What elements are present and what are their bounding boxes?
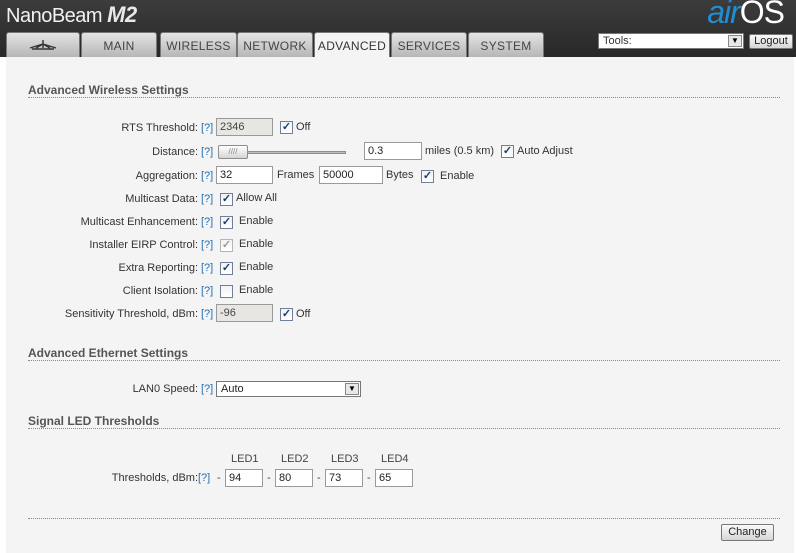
change-button[interactable]: Change: [721, 524, 774, 541]
extra-reporting-help-link[interactable]: [?]: [201, 262, 213, 274]
extra-reporting-label: Extra Reporting:: [118, 262, 198, 274]
led2-header: LED2: [281, 453, 309, 465]
client-isolation-help-link[interactable]: [?]: [201, 285, 213, 297]
distance-help-link[interactable]: [?]: [201, 146, 213, 158]
extra-reporting-checkbox[interactable]: ✓: [220, 262, 233, 275]
multicast-enhancement-checkbox[interactable]: ✓: [220, 216, 233, 229]
tab-advanced[interactable]: ADVANCED: [314, 32, 390, 58]
led4-minus: -: [367, 472, 371, 484]
distance-label: Distance:: [152, 146, 198, 158]
distance-slider-handle[interactable]: ////: [218, 145, 248, 159]
brand-title: NanoBeam M2: [6, 2, 137, 28]
rts-threshold-input[interactable]: 2346: [216, 118, 273, 136]
tab-services[interactable]: SERVICES: [391, 32, 467, 57]
sensitivity-off-label: Off: [296, 308, 311, 320]
multicast-data-checkbox[interactable]: ✓: [220, 193, 233, 206]
lan0-speed-value: Auto: [221, 383, 244, 395]
led1-header: LED1: [231, 453, 259, 465]
multicast-enhancement-label: Multicast Enhancement:: [80, 216, 198, 228]
section-divider: [28, 360, 780, 361]
rts-off-label: Off: [296, 121, 311, 133]
auto-adjust-checkbox[interactable]: ✓: [501, 145, 514, 158]
rts-threshold-label: RTS Threshold:: [121, 122, 198, 134]
section-title-wireless: Advanced Wireless Settings: [28, 83, 189, 97]
tab-wireless[interactable]: WIRELESS: [160, 32, 237, 57]
multicast-enhancement-help-link[interactable]: [?]: [201, 216, 213, 228]
airos-logo-os: OS: [739, 0, 785, 30]
aggregation-help-link[interactable]: [?]: [201, 170, 213, 182]
led4-header: LED4: [381, 453, 409, 465]
distance-input[interactable]: 0.3: [364, 142, 422, 160]
multicast-data-label: Multicast Data:: [125, 193, 198, 205]
section-divider: [28, 97, 780, 98]
aggregation-bytes-input[interactable]: 50000: [319, 166, 383, 184]
tools-dropdown[interactable]: Tools: ▼: [598, 33, 744, 49]
distance-unit: miles (0.5 km): [425, 145, 495, 157]
led3-threshold-input[interactable]: 73: [325, 469, 363, 487]
brand-model: M2: [107, 2, 137, 27]
section-title-led: Signal LED Thresholds: [28, 414, 160, 428]
advanced-settings-panel: Advanced Wireless Settings RTS Threshold…: [6, 57, 794, 553]
chevron-down-icon[interactable]: ▼: [728, 35, 742, 47]
section-title-ethernet: Advanced Ethernet Settings: [28, 346, 189, 360]
led-thresholds-label: Thresholds, dBm:: [111, 472, 198, 484]
logout-button[interactable]: Logout: [749, 34, 793, 49]
client-isolation-checkbox[interactable]: [220, 285, 233, 298]
installer-eirp-check-label: Enable: [239, 238, 274, 250]
installer-eirp-label: Installer EIRP Control:: [89, 239, 198, 251]
footer-divider: [28, 518, 780, 519]
airos-logo: airOS: [707, 0, 785, 31]
aggregation-frames-input[interactable]: 32: [216, 166, 273, 184]
lan0-speed-label: LAN0 Speed:: [132, 383, 198, 395]
multicast-enhancement-check-label: Enable: [239, 215, 274, 227]
multicast-data-check-label: Allow All: [236, 192, 277, 204]
aggregation-enable-label: Enable: [440, 170, 475, 182]
led1-threshold-input[interactable]: 94: [225, 469, 263, 487]
tab-system[interactable]: SYSTEM: [468, 32, 544, 57]
sensitivity-off-checkbox[interactable]: ✓: [280, 308, 293, 321]
section-divider: [28, 428, 780, 429]
led3-minus: -: [317, 472, 321, 484]
lan0-speed-help-link[interactable]: [?]: [201, 383, 213, 395]
sensitivity-threshold-label: Sensitivity Threshold, dBm:: [64, 308, 198, 320]
tab-main[interactable]: MAIN: [81, 32, 157, 57]
brand-name: NanoBeam: [6, 5, 103, 27]
aggregation-enable-checkbox[interactable]: ✓: [421, 170, 434, 183]
aggregation-label: Aggregation:: [135, 170, 198, 182]
led-thresholds-help-link[interactable]: [?]: [198, 472, 210, 484]
led3-header: LED3: [331, 453, 359, 465]
led1-minus: -: [217, 472, 221, 484]
header-bar: NanoBeam M2 airOS MAIN WIRELESS NETWORK …: [0, 0, 796, 58]
client-isolation-label: Client Isolation:: [122, 285, 198, 297]
led4-threshold-input[interactable]: 65: [375, 469, 413, 487]
rts-off-checkbox[interactable]: ✓: [280, 121, 293, 134]
installer-eirp-help-link[interactable]: [?]: [201, 239, 213, 251]
led2-minus: -: [267, 472, 271, 484]
bytes-label: Bytes: [386, 169, 414, 181]
sensitivity-help-link[interactable]: [?]: [201, 308, 213, 320]
airos-logo-air: air: [707, 0, 741, 30]
client-isolation-check-label: Enable: [239, 284, 274, 296]
led2-threshold-input[interactable]: 80: [275, 469, 313, 487]
sensitivity-threshold-input[interactable]: -96: [216, 304, 273, 322]
rts-help-link[interactable]: [?]: [201, 122, 213, 134]
ubiquiti-logo-icon: [29, 40, 57, 50]
installer-eirp-checkbox: ✓: [220, 239, 233, 252]
tools-dropdown-value: Tools:: [603, 35, 632, 47]
chevron-down-icon[interactable]: ▼: [345, 383, 359, 395]
frames-label: Frames: [277, 169, 315, 181]
tab-network[interactable]: NETWORK: [237, 32, 313, 57]
tab-ubiquiti[interactable]: [6, 32, 80, 57]
auto-adjust-label: Auto Adjust: [517, 145, 573, 157]
extra-reporting-check-label: Enable: [239, 261, 274, 273]
multicast-data-help-link[interactable]: [?]: [201, 193, 213, 205]
lan0-speed-select[interactable]: Auto ▼: [216, 381, 361, 397]
